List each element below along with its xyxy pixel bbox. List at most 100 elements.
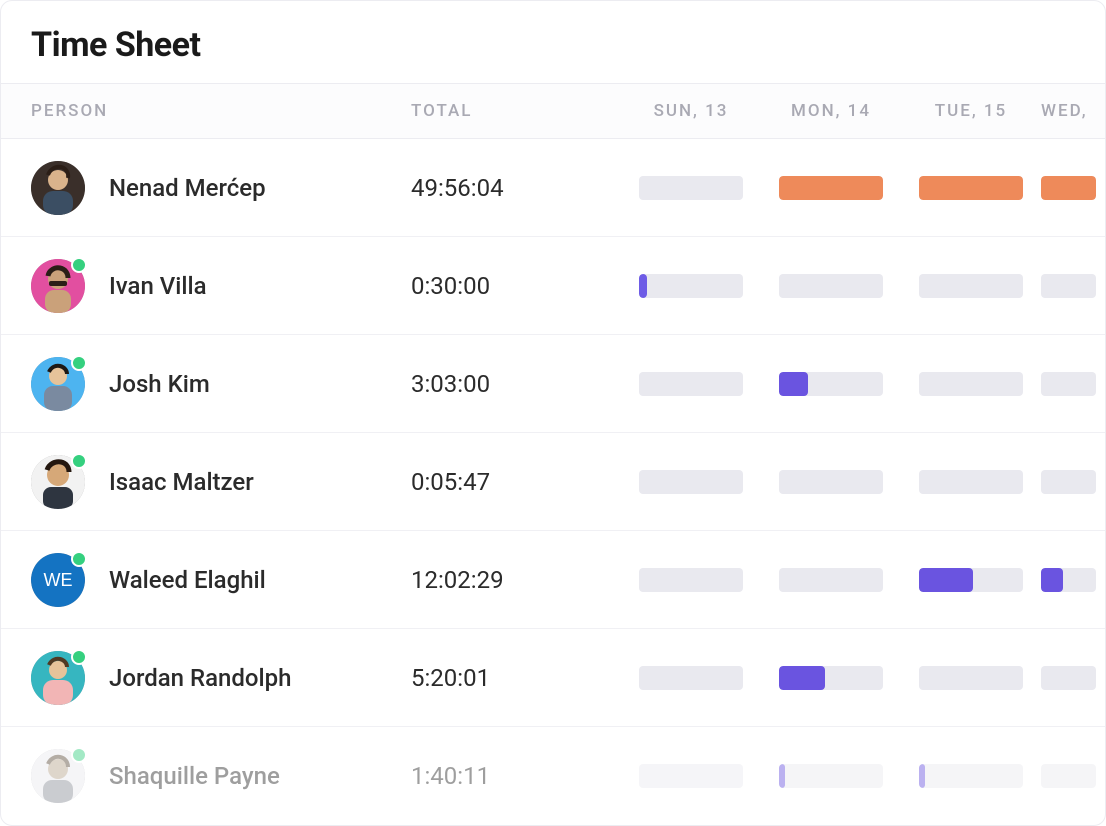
- column-header-total[interactable]: TOTAL: [411, 101, 621, 121]
- time-bar: [919, 568, 1023, 592]
- day-cell[interactable]: [761, 764, 901, 788]
- avatar[interactable]: WE: [31, 553, 85, 607]
- total-cell: 0:30:00: [411, 272, 621, 300]
- avatar[interactable]: [31, 259, 85, 313]
- time-bar: [779, 274, 883, 298]
- column-header-day-0[interactable]: SUN, 13: [621, 101, 761, 121]
- time-bar: [919, 470, 1023, 494]
- day-cell[interactable]: [621, 274, 761, 298]
- total-value: 3:03:00: [411, 370, 490, 398]
- day-cell[interactable]: [901, 666, 1041, 690]
- day-cell[interactable]: [621, 470, 761, 494]
- total-cell: 0:05:47: [411, 468, 621, 496]
- table-row[interactable]: Jordan Randolph 5:20:01: [1, 629, 1105, 727]
- time-bar-fill: [1041, 568, 1063, 592]
- day-cell[interactable]: [901, 176, 1041, 200]
- time-bar: [639, 764, 743, 788]
- person-cell[interactable]: Shaquille Payne: [31, 749, 411, 803]
- time-bar-fill: [639, 274, 647, 298]
- total-value: 0:05:47: [411, 468, 490, 496]
- day-cell[interactable]: [621, 568, 761, 592]
- avatar[interactable]: [31, 455, 85, 509]
- table-body: Nenad Merćep 49:56:04 Ivan Villa 0:30:00 Jos…: [1, 139, 1105, 825]
- svg-text:WE: WE: [44, 570, 73, 590]
- avatar[interactable]: [31, 749, 85, 803]
- time-bar: [779, 568, 883, 592]
- person-cell[interactable]: Josh Kim: [31, 357, 411, 411]
- table-row[interactable]: Shaquille Payne 1:40:11: [1, 727, 1105, 825]
- person-cell[interactable]: WE Waleed Elaghil: [31, 553, 411, 607]
- day-cell[interactable]: [1041, 568, 1106, 592]
- day-cell[interactable]: [901, 274, 1041, 298]
- time-bar: [779, 372, 883, 396]
- time-bar: [639, 372, 743, 396]
- time-bar: [779, 764, 883, 788]
- time-bar: [639, 176, 743, 200]
- table-row[interactable]: Ivan Villa 0:30:00: [1, 237, 1105, 335]
- day-cell[interactable]: [621, 176, 761, 200]
- person-cell[interactable]: Isaac Maltzer: [31, 455, 411, 509]
- time-bar: [639, 470, 743, 494]
- person-name[interactable]: Jordan Randolph: [109, 664, 291, 692]
- person-name[interactable]: Josh Kim: [109, 370, 210, 398]
- avatar[interactable]: [31, 161, 85, 215]
- person-name[interactable]: Waleed Elaghil: [109, 566, 266, 594]
- time-bar: [779, 176, 883, 200]
- person-cell[interactable]: Nenad Merćep: [31, 161, 411, 215]
- table-row[interactable]: Isaac Maltzer 0:05:47: [1, 433, 1105, 531]
- person-name[interactable]: Shaquille Payne: [109, 762, 280, 790]
- time-bar-fill: [919, 764, 925, 788]
- time-bar: [639, 666, 743, 690]
- day-cell[interactable]: [901, 568, 1041, 592]
- day-cell[interactable]: [761, 274, 901, 298]
- day-cell[interactable]: [1041, 274, 1106, 298]
- day-cell[interactable]: [1041, 666, 1106, 690]
- column-header-day-1[interactable]: MON, 14: [761, 101, 901, 121]
- time-bar: [639, 568, 743, 592]
- total-value: 1:40:11: [411, 762, 490, 790]
- table-row[interactable]: Josh Kim 3:03:00: [1, 335, 1105, 433]
- day-cell[interactable]: [621, 666, 761, 690]
- person-cell[interactable]: Ivan Villa: [31, 259, 411, 313]
- day-cell[interactable]: [1041, 176, 1106, 200]
- day-cell[interactable]: [1041, 372, 1106, 396]
- column-header-person[interactable]: PERSON: [31, 101, 411, 121]
- time-bar-fill: [919, 176, 1023, 200]
- time-bar: [1041, 666, 1096, 690]
- day-cell[interactable]: [761, 372, 901, 396]
- person-name[interactable]: Nenad Merćep: [109, 174, 266, 202]
- time-bar-fill: [779, 764, 785, 788]
- avatar[interactable]: [31, 651, 85, 705]
- day-cell[interactable]: [621, 764, 761, 788]
- day-cell[interactable]: [621, 372, 761, 396]
- person-cell[interactable]: Jordan Randolph: [31, 651, 411, 705]
- time-bar-fill: [779, 666, 825, 690]
- day-cell[interactable]: [761, 470, 901, 494]
- total-value: 12:02:29: [411, 566, 504, 594]
- day-cell[interactable]: [901, 372, 1041, 396]
- day-cell[interactable]: [1041, 470, 1106, 494]
- time-bar: [919, 372, 1023, 396]
- total-value: 49:56:04: [411, 174, 504, 202]
- person-name[interactable]: Isaac Maltzer: [109, 468, 254, 496]
- day-cell[interactable]: [901, 764, 1041, 788]
- day-cell[interactable]: [761, 568, 901, 592]
- day-cell[interactable]: [1041, 764, 1106, 788]
- presence-dot-icon: [71, 551, 87, 567]
- avatar[interactable]: [31, 357, 85, 411]
- table-row[interactable]: Nenad Merćep 49:56:04: [1, 139, 1105, 237]
- time-bar: [1041, 764, 1096, 788]
- total-cell: 5:20:01: [411, 664, 621, 692]
- column-header-day-2[interactable]: TUE, 15: [901, 101, 1041, 121]
- day-cell[interactable]: [761, 176, 901, 200]
- total-cell: 1:40:11: [411, 762, 621, 790]
- day-cell[interactable]: [761, 666, 901, 690]
- time-bar: [919, 274, 1023, 298]
- day-cell[interactable]: [901, 470, 1041, 494]
- time-bar: [1041, 274, 1096, 298]
- table-header: PERSON TOTAL SUN, 13 MON, 14 TUE, 15 WED…: [1, 83, 1105, 139]
- column-header-day-3[interactable]: WED,: [1041, 101, 1106, 121]
- presence-dot-icon: [71, 257, 87, 273]
- table-row[interactable]: WE Waleed Elaghil 12:02:29: [1, 531, 1105, 629]
- person-name[interactable]: Ivan Villa: [109, 272, 207, 300]
